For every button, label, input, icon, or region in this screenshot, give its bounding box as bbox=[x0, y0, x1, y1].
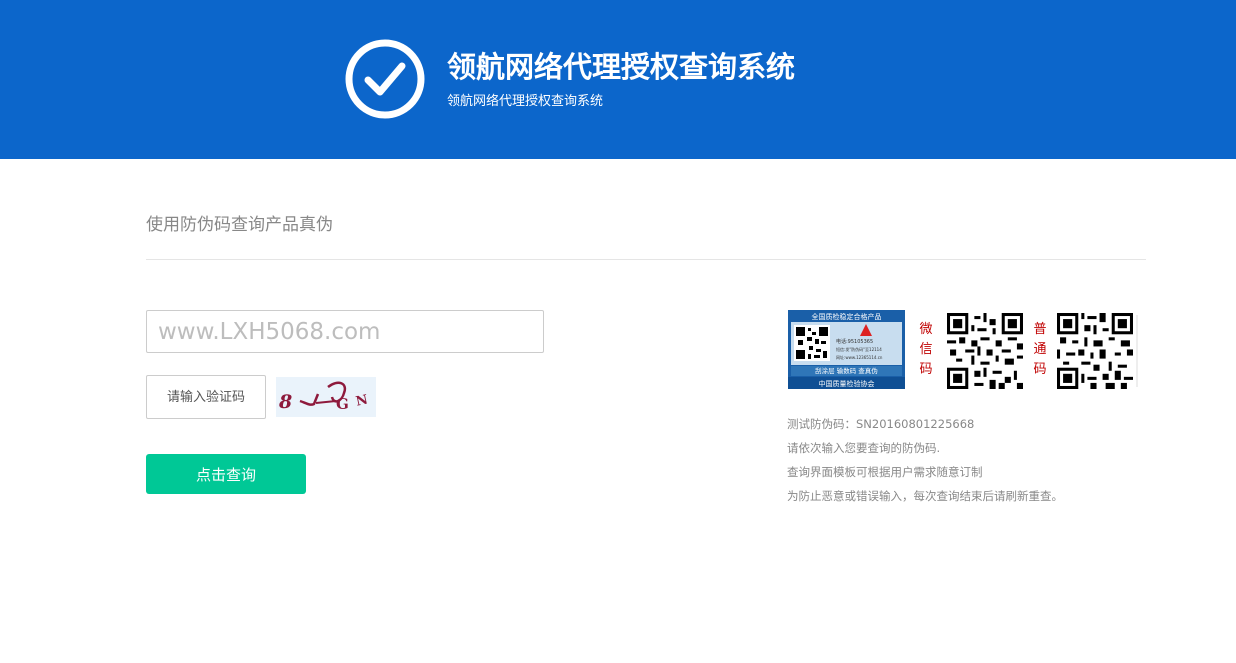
page-subtitle: 领航网络代理授权查询系统 bbox=[447, 94, 604, 109]
wechat-code-label: 微信码 bbox=[919, 322, 933, 377]
test-code-info: 测试防伪码：SN20160801225668 bbox=[787, 417, 975, 431]
wechat-qr-code bbox=[947, 313, 1023, 389]
svg-text:短信:发"防伪码"至12114: 短信:发"防伪码"至12114 bbox=[836, 346, 882, 352]
submit-query-button[interactable]: 点击查询 bbox=[146, 454, 306, 494]
svg-text:G: G bbox=[336, 395, 349, 413]
instruction-line-2: 查询界面模板可根据用户需求随意订制 bbox=[787, 465, 983, 479]
divider bbox=[146, 259, 1146, 260]
page-title: 领航网络代理授权查询系统 bbox=[447, 50, 796, 84]
captcha-input[interactable] bbox=[146, 375, 266, 419]
section-title: 使用防伪码查询产品真伪 bbox=[146, 215, 333, 235]
svg-text:电话:95105365: 电话:95105365 bbox=[836, 338, 873, 345]
instruction-line-1: 请依次输入您要查询的防伪码. bbox=[787, 441, 941, 455]
svg-text:全国质检稳定合格产品: 全国质检稳定合格产品 bbox=[812, 312, 882, 321]
captcha-image[interactable]: 8 G N bbox=[276, 377, 376, 417]
svg-text:网址:www.12365114.cn: 网址:www.12365114.cn bbox=[836, 354, 883, 360]
svg-text:8: 8 bbox=[278, 391, 292, 413]
normal-code-label: 普通码 bbox=[1033, 322, 1047, 377]
header-banner: 领航网络代理授权查询系统 领航网络代理授权查询系统 bbox=[0, 0, 1236, 159]
svg-text:中国质量检验协会: 中国质量检验协会 bbox=[819, 379, 875, 388]
svg-text:刮涂层 输数码 查真伪: 刮涂层 输数码 查真伪 bbox=[815, 366, 878, 375]
normal-qr-code bbox=[1057, 313, 1133, 389]
anti-counterfeit-code-input[interactable] bbox=[146, 310, 544, 353]
vertical-watermark bbox=[1136, 315, 1138, 387]
anti-counterfeit-label-image: 全国质检稳定合格产品 电话:95105365 短信:发"防伪码"至12114 网… bbox=[788, 310, 905, 389]
check-circle-icon bbox=[345, 39, 425, 119]
instruction-line-3: 为防止恶意或错误输入，每次查询结束后请刷新重查。 bbox=[787, 489, 1063, 503]
